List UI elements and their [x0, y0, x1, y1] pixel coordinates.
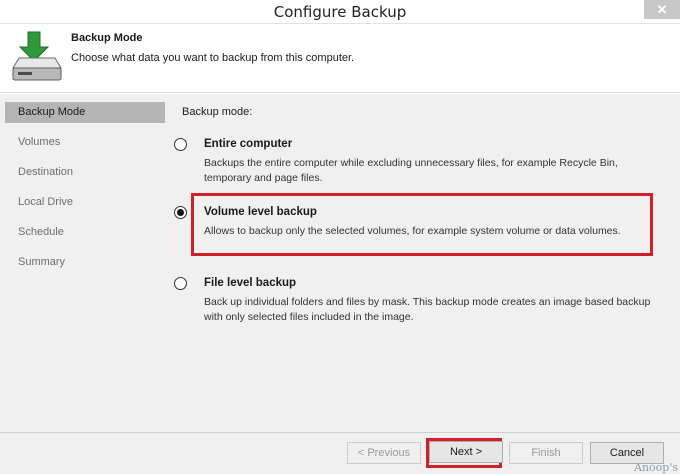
close-icon: ✕ — [656, 2, 668, 17]
sidebar-item-schedule[interactable]: Schedule — [5, 222, 165, 243]
option-file-level-backup[interactable]: File level backup Back up individual fol… — [174, 276, 654, 325]
sidebar-item-volumes[interactable]: Volumes — [5, 132, 165, 153]
wizard-body: Backup Mode Volumes Destination Local Dr… — [0, 94, 680, 432]
backup-mode-panel: Backup mode: Entire computer Backups the… — [170, 94, 680, 432]
option-description: Backups the entire computer while exclud… — [204, 157, 618, 184]
radio-entire-computer[interactable] — [174, 138, 187, 151]
radio-file-level-backup[interactable] — [174, 277, 187, 290]
option-description: Allows to backup only the selected volum… — [204, 225, 621, 237]
option-volume-level-backup[interactable]: Volume level backup Allows to backup onl… — [174, 205, 654, 239]
sidebar-item-summary[interactable]: Summary — [5, 252, 165, 273]
download-drive-icon — [12, 31, 62, 81]
option-title: Entire computer — [204, 138, 293, 150]
header-description: Choose what data you want to backup from… — [71, 52, 355, 64]
window-title: Configure Backup — [273, 3, 407, 21]
sidebar-item-destination[interactable]: Destination — [5, 162, 165, 183]
radio-volume-level-backup[interactable] — [174, 206, 187, 219]
wizard-footer: < Previous Next > Finish Cancel Anoop's — [0, 433, 680, 474]
watermark-text: Anoop's — [634, 461, 678, 474]
option-title: Volume level backup — [204, 206, 317, 218]
wizard-steps-sidebar: Backup Mode Volumes Destination Local Dr… — [5, 100, 166, 432]
option-entire-computer[interactable]: Entire computer Backups the entire compu… — [174, 137, 654, 186]
sidebar-item-local-drive[interactable]: Local Drive — [5, 192, 165, 213]
option-description: Back up individual folders and files by … — [204, 296, 651, 323]
wizard-header: Backup Mode Choose what data you want to… — [0, 25, 680, 93]
header-title: Backup Mode — [71, 32, 143, 44]
sidebar-item-backup-mode[interactable]: Backup Mode — [5, 102, 165, 123]
option-title: File level backup — [204, 277, 297, 289]
close-button[interactable]: ✕ — [644, 0, 680, 19]
title-bar: Configure Backup ✕ — [0, 0, 680, 24]
backup-mode-label: Backup mode: — [182, 106, 253, 118]
finish-button[interactable]: Finish — [509, 442, 583, 464]
next-button[interactable]: Next > — [429, 441, 503, 463]
previous-button[interactable]: < Previous — [347, 442, 421, 464]
